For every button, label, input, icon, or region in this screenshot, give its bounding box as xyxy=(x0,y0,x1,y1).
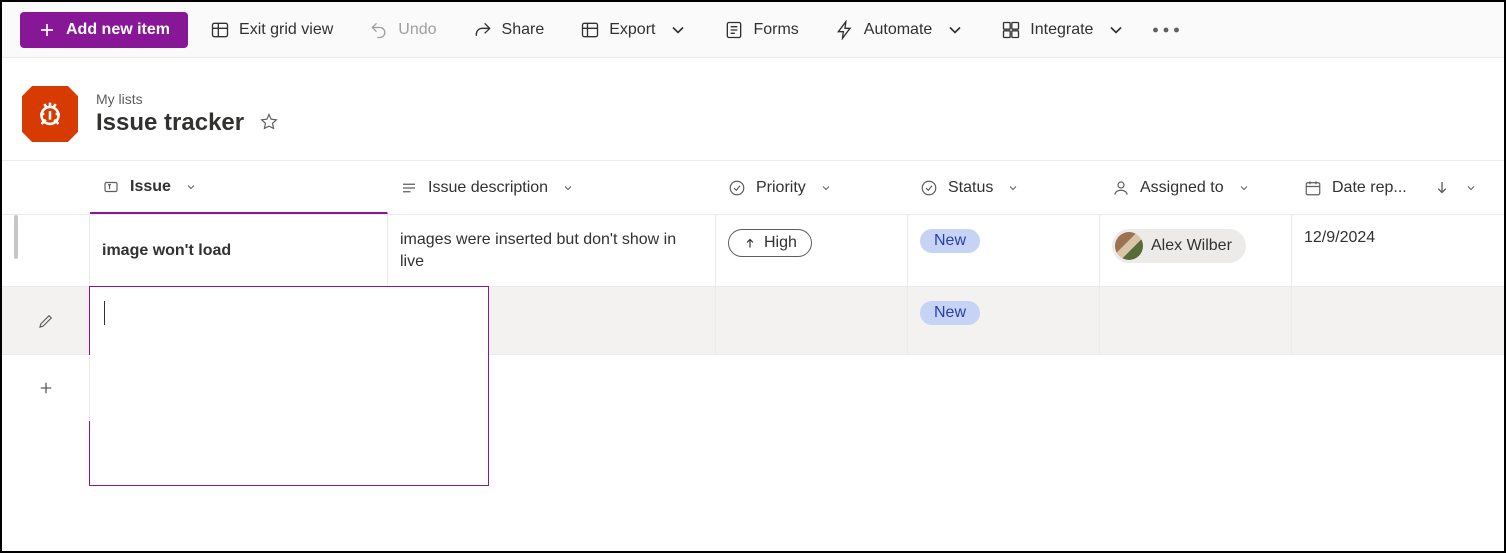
automate-button[interactable]: Automate xyxy=(821,12,979,48)
list-icon xyxy=(22,86,78,142)
undo-button[interactable]: Undo xyxy=(355,12,450,48)
cell-priority[interactable]: High xyxy=(716,215,908,286)
bug-icon xyxy=(33,97,67,131)
integrate-button[interactable]: Integrate xyxy=(987,12,1140,48)
add-label: Add new item xyxy=(66,21,170,39)
share-button[interactable]: Share xyxy=(459,12,559,48)
add-row[interactable] xyxy=(2,355,1504,421)
calendar-icon xyxy=(1304,179,1322,197)
person-chip: Alex Wilber xyxy=(1112,229,1246,263)
status-badge: New xyxy=(920,229,980,253)
table-row[interactable]: New xyxy=(2,287,1504,355)
overflow-button[interactable] xyxy=(1148,12,1184,48)
col-status[interactable]: Status xyxy=(908,161,1100,214)
forms-button[interactable]: Forms xyxy=(710,12,812,48)
chevron-down-icon xyxy=(820,182,832,194)
grid-icon xyxy=(210,20,230,40)
person-icon xyxy=(1112,179,1130,197)
col-assigned[interactable]: Assigned to xyxy=(1100,161,1292,214)
pencil-icon xyxy=(37,312,55,330)
chevron-down-icon xyxy=(1106,20,1126,40)
status-badge: New xyxy=(920,301,980,325)
grid-header: Issue Issue description Priority Status … xyxy=(2,161,1504,215)
col-priority[interactable]: Priority xyxy=(716,161,908,214)
col-issue[interactable]: Issue xyxy=(90,161,388,214)
more-icon xyxy=(1148,12,1184,48)
chevron-down-icon xyxy=(668,20,688,40)
chevron-down-icon xyxy=(562,182,574,194)
favorite-button[interactable] xyxy=(256,109,282,138)
plus-icon xyxy=(38,21,56,39)
plus-icon xyxy=(37,379,55,397)
chevron-down-icon xyxy=(185,181,197,193)
cell-assigned[interactable] xyxy=(1100,287,1292,354)
row-marker xyxy=(14,215,18,259)
page-title: Issue tracker xyxy=(96,109,244,137)
cell-date[interactable] xyxy=(1292,287,1490,354)
cell-issue[interactable] xyxy=(90,287,388,354)
undo-icon xyxy=(369,20,389,40)
col-date-reported[interactable]: Date rep... xyxy=(1292,161,1490,214)
arrow-down-icon xyxy=(1433,179,1451,197)
star-icon xyxy=(260,113,278,131)
chevron-down-icon xyxy=(945,20,965,40)
cell-description[interactable]: images were inserted but don't show in l… xyxy=(388,215,716,286)
gutter-head xyxy=(2,161,90,214)
choice-icon xyxy=(728,179,746,197)
chevron-down-icon xyxy=(1238,182,1250,194)
multiline-icon xyxy=(400,179,418,197)
col-description[interactable]: Issue description xyxy=(388,161,716,214)
export-button[interactable]: Export xyxy=(566,12,702,48)
chevron-down-icon xyxy=(1465,182,1477,194)
share-icon xyxy=(473,20,493,40)
arrow-up-icon xyxy=(743,236,757,250)
cell-status[interactable]: New xyxy=(908,287,1100,354)
chevron-down-icon xyxy=(1007,182,1019,194)
exit-grid-button[interactable]: Exit grid view xyxy=(196,12,347,48)
breadcrumb[interactable]: My lists xyxy=(96,91,282,107)
text-icon xyxy=(102,178,120,196)
text-cursor xyxy=(104,301,105,325)
table-row[interactable]: image won't load images were inserted bu… xyxy=(2,215,1504,287)
edit-row-button[interactable] xyxy=(2,287,90,354)
choice-icon xyxy=(920,179,938,197)
automate-icon xyxy=(835,20,855,40)
add-new-item-button[interactable]: Add new item xyxy=(20,12,188,48)
avatar xyxy=(1115,232,1143,260)
cell-date[interactable]: 12/9/2024 xyxy=(1292,215,1490,286)
cell-issue[interactable]: image won't load xyxy=(90,215,388,286)
export-icon xyxy=(580,20,600,40)
cell-status[interactable]: New xyxy=(908,215,1100,286)
add-row-button[interactable] xyxy=(2,355,90,421)
cell-assigned[interactable]: Alex Wilber xyxy=(1100,215,1292,286)
cell-priority[interactable] xyxy=(716,287,908,354)
forms-icon xyxy=(724,20,744,40)
integrate-icon xyxy=(1001,20,1021,40)
priority-pill: High xyxy=(728,229,812,257)
